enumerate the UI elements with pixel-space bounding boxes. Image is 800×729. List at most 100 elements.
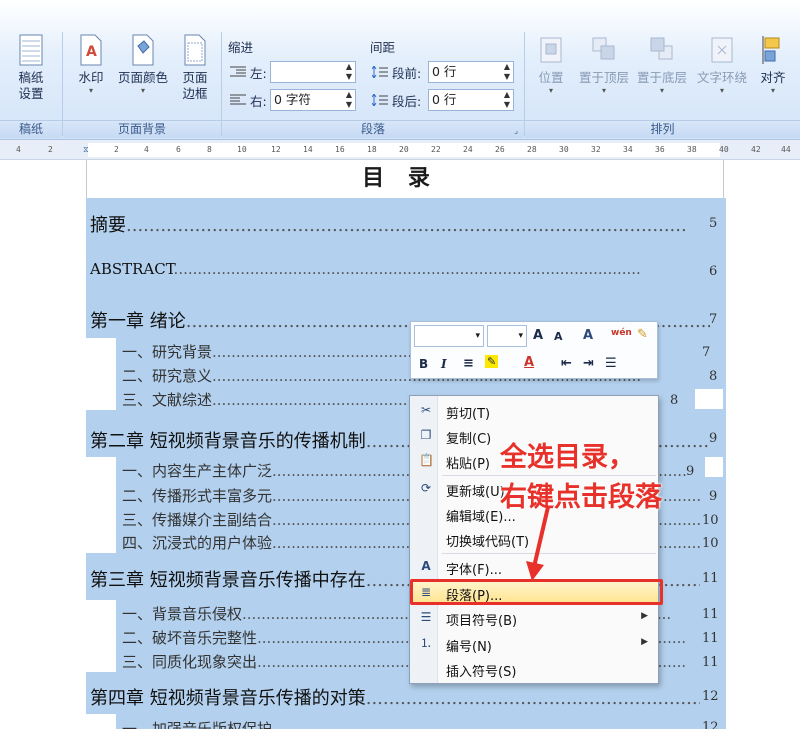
mini-toolbar: ▾ ▾ A A A wén ✎ B I ≡ ✎ A ⇤ ⇥ ☰ [410,321,658,379]
highlight-icon[interactable]: ✎ [485,355,499,368]
wrap-text-icon [711,37,733,63]
menu-item-insert-symbol[interactable]: 插入符号(S) [411,657,658,681]
toc-entry[interactable]: 第四章 短视频背景音乐传播的对策........................… [90,684,700,710]
paragraph-group: 缩进 间距 左: ▲ ▼ 右: 0 字符 ▲ ▼ 段前: 0 行 ▲ ▼ 段后: 0 行 ▲… [222,30,524,138]
bold-button[interactable]: B [419,357,428,371]
align-icon [762,36,780,64]
ruler-tick: 8 [207,145,212,154]
align-label: 对齐 [760,70,786,85]
toc-page-number: 11 [702,631,719,646]
horizontal-ruler[interactable]: 4 2 ⧖ 2 4 6 8 10 12 14 16 18 20 22 24 26… [0,140,800,160]
indent-left-label: 左: [250,65,267,81]
decrease-indent-icon[interactable]: ⇤ [561,356,572,371]
selection-gap [86,714,116,729]
ruler-tick: 10 [237,145,247,154]
ruler-tick: 22 [431,145,441,154]
wrap-text-button[interactable]: 文字环绕 ▾ [693,34,751,96]
toc-page-number: 9 [709,431,718,446]
center-align-icon[interactable]: ≡ [463,356,474,371]
menu-item-cut[interactable]: ✂ 剪切(T) [411,399,658,423]
paragraph-group-label: 段落 [222,120,524,138]
ruler-tick: 26 [495,145,505,154]
toc-page-number: 9 [709,489,718,504]
manuscript-paper-icon [19,34,43,66]
dialog-launcher-icon[interactable]: ⌟ [514,126,518,135]
toc-entry[interactable]: 摘要......................................… [90,211,710,237]
annotation-arrow-icon [526,506,550,581]
spacing-title: 间距 [370,40,396,55]
spinner-arrows-icon[interactable]: ▲ ▼ [504,90,510,110]
spinner-arrows-icon[interactable]: ▲ ▼ [504,62,510,82]
indent-left-icon [230,66,246,77]
selection-gap [705,457,723,477]
space-after-row: 段后: 0 行 ▲ ▼ [372,89,514,111]
toc-page-number: 8 [670,393,679,408]
shrink-font-button[interactable]: A [554,330,563,343]
font-size-dropdown[interactable]: ▾ [487,325,527,347]
watermark-icon: A [80,34,102,66]
font-color-button[interactable]: A [524,355,534,370]
format-painter-icon[interactable]: ✎ [637,327,648,342]
font-icon: A [421,559,431,573]
ribbon: 稿纸 设置 稿纸 A 水印 ▾ 页面颜色 ▾ 页面 边框 页面背景 缩进 间距 … [0,0,800,140]
increase-indent-icon[interactable]: ⇥ [583,356,594,371]
ruler-tick: 14 [303,145,313,154]
ruler-tick: 42 [751,145,761,154]
spinner-arrows-icon[interactable]: ▲ ▼ [346,90,352,110]
menu-item-bullets[interactable]: ☰ 项目符号(B) ▶ [411,606,658,630]
watermark-button[interactable]: A 水印 ▾ [69,34,113,96]
svg-text:A: A [86,44,97,60]
space-before-input[interactable]: 0 行 ▲ ▼ [428,61,514,83]
toc-page-number: 8 [709,369,718,384]
chevron-down-icon: ▾ [601,86,606,95]
indent-marker-icon[interactable]: ⧖ [83,145,89,155]
toc-page-number: 11 [702,607,719,622]
ruler-tick: 20 [399,145,409,154]
toc-entry[interactable]: 一、加强音乐版权保护..............................… [122,718,700,729]
ruler-tick: 30 [559,145,569,154]
chevron-down-icon: ▾ [140,86,145,95]
bullets-list-icon[interactable]: ☰ [605,356,617,371]
indent-right-input[interactable]: 0 字符 ▲ ▼ [270,89,356,111]
toc-page-number: 12 [702,720,719,729]
ruler-tick: 34 [623,145,633,154]
chevron-down-icon: ▾ [770,86,775,95]
indent-left-input[interactable]: ▲ ▼ [270,61,356,83]
ruler-tick: 16 [335,145,345,154]
align-button[interactable]: 对齐 ▾ [753,34,793,96]
bring-front-label: 置于顶层 [578,70,629,85]
indent-left-row: 左: ▲ ▼ [230,61,356,83]
toc-entry[interactable]: ABSTRACT................................… [90,260,710,278]
spinner-arrows-icon[interactable]: ▲ ▼ [346,62,352,82]
paste-icon: 📋 [419,453,434,467]
toc-page-number: 11 [702,655,719,670]
italic-button[interactable]: I [441,357,447,371]
phonetic-guide-icon[interactable]: wén [611,328,632,338]
text-effects-icon[interactable]: A [583,328,593,343]
chevron-down-icon: ▾ [719,86,724,95]
indent-right-icon [230,94,246,105]
ruler-tick: 18 [367,145,377,154]
font-name-dropdown[interactable]: ▾ [414,325,484,347]
chevron-down-icon: ▾ [518,331,523,341]
wrap-text-label: 文字环绕 [696,70,747,85]
page-color-button[interactable]: 页面颜色 ▾ [115,34,171,96]
toc-page-number: 7 [702,345,711,360]
chevron-down-icon: ▾ [548,86,553,95]
grow-font-button[interactable]: A [533,328,543,343]
space-before-label: 段前: [392,65,422,81]
position-button[interactable]: 位置 ▾ [531,34,571,96]
space-after-input[interactable]: 0 行 ▲ ▼ [428,89,514,111]
paper-group-label: 稿纸 [0,120,62,138]
send-back-button[interactable]: 置于底层 ▾ [633,34,691,96]
toc-page-number: 12 [702,689,719,704]
page-border-button[interactable]: 页面 边框 [173,34,217,102]
paper-settings-button[interactable]: 稿纸 设置 [9,34,53,102]
bring-front-button[interactable]: 置于顶层 ▾ [575,34,633,96]
indent-right-row: 右: 0 字符 ▲ ▼ [230,89,356,111]
ruler-tick: 4 [144,145,149,154]
space-before-icon [372,66,388,78]
menu-item-numbering[interactable]: ⒈ 编号(N) ▶ [411,632,658,656]
numbering-icon: ⒈ [419,636,432,650]
page-color-label: 页面颜色 [117,70,168,85]
